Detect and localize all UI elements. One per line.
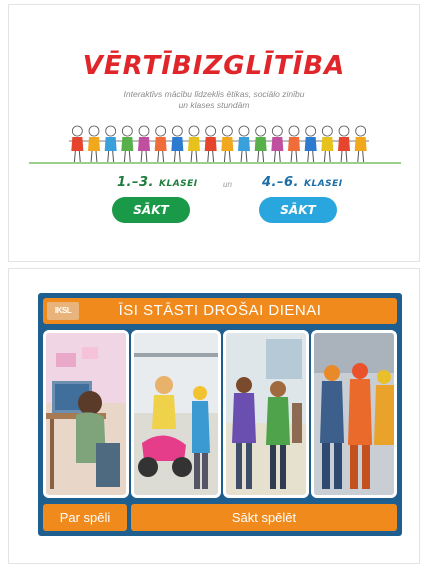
child-figure bbox=[302, 125, 319, 164]
game-header: IKSL ĪSI STĀSTI DROŠAI DIENAI bbox=[43, 298, 397, 324]
child-figure bbox=[85, 125, 103, 164]
story-panel-computer bbox=[43, 330, 129, 498]
child-figure bbox=[185, 125, 203, 164]
start-grade-1-3-button[interactable]: SĀKT bbox=[112, 197, 190, 223]
ground-line bbox=[29, 162, 401, 164]
teenagers-illustration bbox=[226, 333, 306, 489]
game-banner[interactable]: IKSL ĪSI STĀSTI DROŠAI DIENAI Par spēli … bbox=[38, 293, 402, 536]
subtitle-line-1: Interaktīvs mācību līdzeklis ētikas, soc… bbox=[123, 89, 305, 99]
subtitle-line-2: un klases stundām bbox=[178, 100, 250, 110]
child-figure bbox=[69, 125, 86, 164]
grade-1-3-label: 1.–3. KLASEI bbox=[117, 175, 198, 190]
vertibizglitiba-subtitle: Interaktīvs mācību līdzeklis ētikas, soc… bbox=[9, 89, 419, 111]
children-illustration bbox=[69, 125, 369, 164]
story-panels bbox=[43, 330, 397, 498]
child-figure bbox=[319, 125, 336, 164]
about-game-button[interactable]: Par spēli bbox=[43, 504, 127, 531]
story-panel-scooter bbox=[131, 330, 221, 498]
child-figure bbox=[269, 125, 286, 164]
child-figure bbox=[152, 125, 169, 164]
child-figure bbox=[135, 125, 153, 164]
isi-stasti-card[interactable]: IKSL ĪSI STĀSTI DROŠAI DIENAI Par spēli … bbox=[8, 268, 420, 564]
child-figure bbox=[219, 125, 236, 164]
child-figure bbox=[252, 125, 269, 164]
child-figure bbox=[352, 125, 369, 164]
child-figure bbox=[102, 125, 119, 164]
girl-on-scooter-illustration bbox=[134, 333, 218, 489]
game-title: ĪSI STĀSTI DROŠAI DIENAI bbox=[118, 302, 322, 319]
grade-right-number: 4.–6. bbox=[262, 175, 299, 190]
grade-4-6-label: 4.–6. KLASEI bbox=[262, 175, 343, 190]
child-figure bbox=[335, 125, 353, 164]
start-grade-4-6-button[interactable]: SĀKT bbox=[259, 197, 337, 223]
rescue-workers-illustration bbox=[314, 333, 394, 495]
child-figure bbox=[285, 125, 303, 164]
grade-left-number: 1.–3. bbox=[117, 175, 154, 190]
grade-right-word: KLASEI bbox=[304, 179, 343, 189]
story-panel-rescuers bbox=[311, 330, 397, 498]
vertibizglitiba-title: VĒRTĪBIZGLĪTĪBA bbox=[82, 51, 346, 81]
connector-text: un bbox=[223, 180, 232, 189]
child-figure bbox=[119, 125, 136, 164]
story-panel-friends bbox=[223, 330, 309, 498]
child-figure bbox=[202, 125, 219, 164]
boy-at-computer-illustration bbox=[46, 333, 126, 489]
grade-left-word: KLASEI bbox=[159, 179, 198, 189]
start-game-button[interactable]: Sākt spēlēt bbox=[131, 504, 397, 531]
vertibizglitiba-card[interactable]: VĒRTĪBIZGLĪTĪBA Interaktīvs mācību līdze… bbox=[8, 4, 420, 262]
child-figure bbox=[235, 125, 253, 164]
child-figure bbox=[169, 125, 186, 164]
